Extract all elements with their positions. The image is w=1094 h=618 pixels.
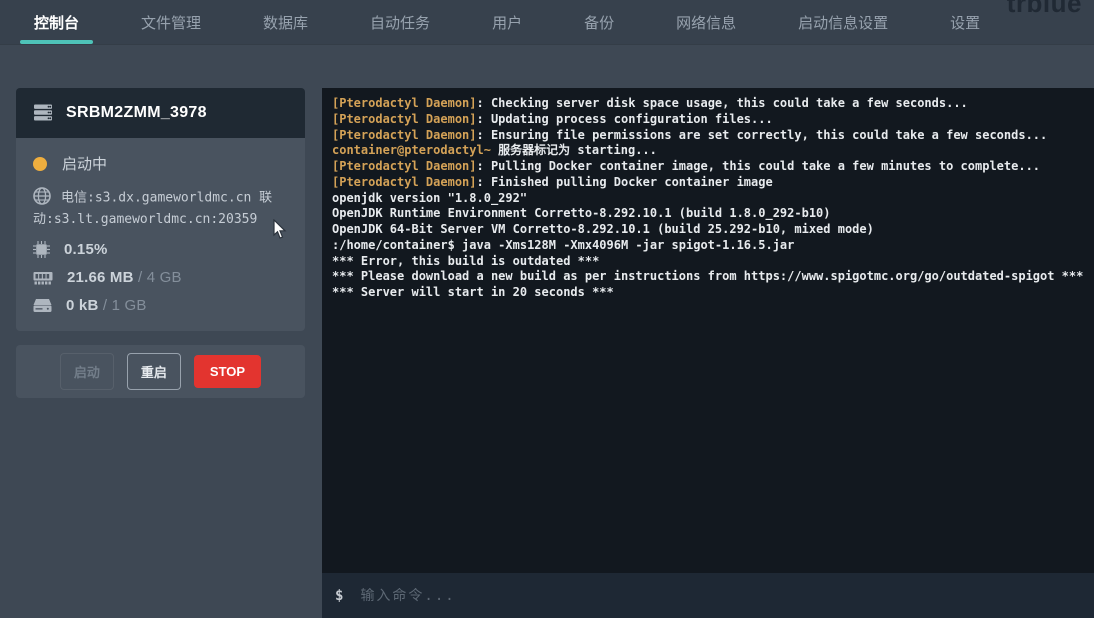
tab-files[interactable]: 文件管理 bbox=[131, 0, 211, 44]
cpu-value: 0.15% bbox=[64, 241, 108, 258]
console-line: :/home/container$ java -Xms128M -Xmx4096… bbox=[332, 238, 1084, 254]
server-info-card: 启动中 电信:s3.dx.gameworldmc.cn 联动:s3.lt.gam… bbox=[16, 138, 305, 331]
console-line: OpenJDK 64-Bit Server VM Corretto-8.292.… bbox=[332, 222, 1084, 238]
console-line: [Pterodactyl Daemon]: Updating process c… bbox=[332, 112, 1084, 128]
tab-database[interactable]: 数据库 bbox=[253, 0, 318, 44]
command-input[interactable] bbox=[360, 588, 1081, 604]
command-prompt-symbol: $ bbox=[335, 588, 343, 604]
cpu-stat-row: 0.15% bbox=[33, 241, 289, 258]
console-line: OpenJDK Runtime Environment Corretto-8.2… bbox=[332, 206, 1084, 222]
console-line: [Pterodactyl Daemon]: Ensuring file perm… bbox=[332, 128, 1084, 144]
stop-button[interactable]: STOP bbox=[194, 355, 261, 388]
tab-network[interactable]: 网络信息 bbox=[666, 0, 746, 44]
server-title-bar: SRBM2ZMM_3978 bbox=[16, 88, 305, 138]
tab-backups[interactable]: 备份 bbox=[574, 0, 624, 44]
tab-console[interactable]: 控制台 bbox=[24, 0, 89, 44]
cpu-icon bbox=[33, 241, 50, 258]
console-line: [Pterodactyl Daemon]: Checking server di… bbox=[332, 96, 1084, 112]
console-panel: [Pterodactyl Daemon]: Checking server di… bbox=[322, 88, 1094, 618]
disk-limit: / 1 GB bbox=[99, 297, 147, 314]
top-nav: 控制台文件管理数据库自动任务用户备份网络信息启动信息设置设置 trblue bbox=[0, 0, 1094, 44]
status-dot-icon bbox=[33, 157, 47, 171]
tab-schedules[interactable]: 自动任务 bbox=[360, 0, 440, 44]
console-output: [Pterodactyl Daemon]: Checking server di… bbox=[322, 88, 1094, 309]
server-name: SRBM2ZMM_3978 bbox=[66, 104, 207, 122]
memory-limit: / 4 GB bbox=[134, 269, 182, 286]
globe-icon bbox=[33, 187, 51, 209]
address-text: 电信:s3.dx.gameworldmc.cn 联动:s3.lt.gamewor… bbox=[33, 191, 272, 228]
console-line-prefix: [Pterodactyl Daemon] bbox=[332, 112, 477, 126]
status-label: 启动中 bbox=[62, 153, 107, 174]
restart-button[interactable]: 重启 bbox=[127, 353, 181, 390]
server-status-row: 启动中 bbox=[33, 153, 289, 174]
memory-used: 21.66 MB bbox=[67, 269, 134, 286]
console-input-bar: $ bbox=[322, 573, 1094, 618]
nav-tabs: 控制台文件管理数据库自动任务用户备份网络信息启动信息设置设置 bbox=[24, 0, 990, 44]
disk-used: 0 kB bbox=[66, 297, 99, 314]
start-button[interactable]: 启动 bbox=[60, 353, 114, 390]
server-address: 电信:s3.dx.gameworldmc.cn 联动:s3.lt.gamewor… bbox=[33, 187, 289, 230]
console-line: *** Server will start in 20 seconds *** bbox=[332, 285, 1084, 301]
memory-value: 21.66 MB / 4 GB bbox=[67, 269, 182, 286]
tab-startup[interactable]: 启动信息设置 bbox=[788, 0, 898, 44]
power-controls-card: 启动 重启 STOP bbox=[16, 345, 305, 398]
console-line: [Pterodactyl Daemon]: Finished pulling D… bbox=[332, 175, 1084, 191]
console-line: [Pterodactyl Daemon]: Pulling Docker con… bbox=[332, 159, 1084, 175]
disk-stat-row: 0 kB / 1 GB bbox=[33, 297, 289, 314]
server-icon bbox=[33, 104, 53, 122]
disk-value: 0 kB / 1 GB bbox=[66, 297, 147, 314]
memory-icon bbox=[33, 271, 53, 285]
console-line: *** Please download a new build as per i… bbox=[332, 269, 1084, 285]
brand-logo: trblue bbox=[1007, 0, 1082, 19]
tab-settings[interactable]: 设置 bbox=[940, 0, 990, 44]
console-line-prefix: [Pterodactyl Daemon] bbox=[332, 96, 477, 110]
memory-stat-row: 21.66 MB / 4 GB bbox=[33, 269, 289, 286]
console-line-prefix: [Pterodactyl Daemon] bbox=[332, 128, 477, 142]
console-line: openjdk version "1.8.0_292" bbox=[332, 191, 1084, 207]
console-line: container@pterodactyl~ 服务器标记为 starting..… bbox=[332, 143, 1084, 159]
console-line-prefix: container@pterodactyl~ bbox=[332, 143, 491, 157]
server-sidebar: SRBM2ZMM_3978 启动中 电信:s3.dx.gameworldmc.c… bbox=[16, 88, 305, 398]
console-line-prefix: [Pterodactyl Daemon] bbox=[332, 175, 477, 189]
console-line-prefix: [Pterodactyl Daemon] bbox=[332, 159, 477, 173]
hdd-icon bbox=[33, 298, 52, 313]
tab-users[interactable]: 用户 bbox=[482, 0, 532, 44]
console-line: *** Error, this build is outdated *** bbox=[332, 254, 1084, 270]
